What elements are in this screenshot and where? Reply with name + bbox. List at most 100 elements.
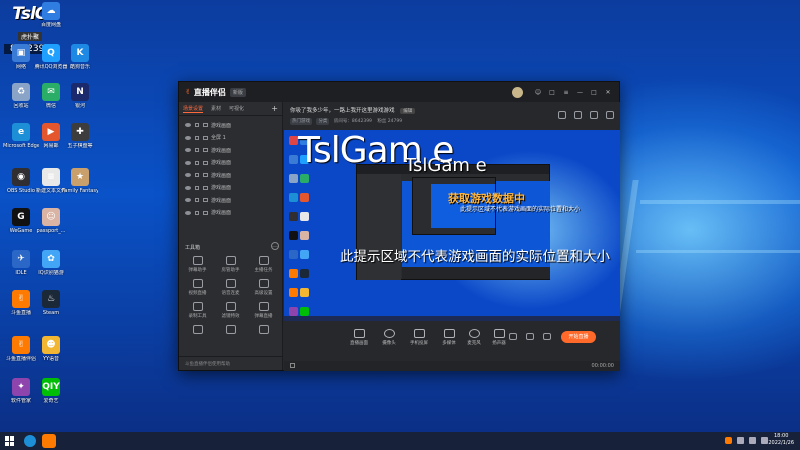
desktop-app-icon: ✈ (12, 250, 30, 268)
visibility-icon[interactable] (185, 148, 191, 153)
desktop-app-icon: e (12, 123, 30, 141)
tool-item[interactable]: 房管助手 (214, 256, 247, 273)
tab-widgets[interactable]: 可视化 (229, 105, 244, 112)
tool-item[interactable]: 高级设置 (247, 279, 280, 296)
desktop-icon[interactable]: ★ Family Fantasy ... (62, 168, 98, 194)
tool-item[interactable]: 弹幕直播 (247, 302, 280, 319)
phone-cast-button[interactable]: 手机投屏 (404, 329, 434, 346)
message-icon[interactable]: ☺ (533, 87, 543, 97)
link-icon[interactable] (590, 111, 598, 119)
category-chip[interactable]: 热门游戏 (290, 118, 312, 125)
tool-item[interactable] (214, 325, 247, 336)
tray-app-icon[interactable] (725, 437, 732, 444)
visibility-icon[interactable] (185, 135, 191, 140)
desktop-icon[interactable]: ☻ YY语音 (33, 336, 69, 362)
network-icon[interactable] (737, 437, 744, 444)
tool-item[interactable]: 滤镜特效 (214, 302, 247, 319)
lock-icon[interactable] (195, 148, 199, 153)
add-scene-button[interactable]: + (271, 104, 278, 113)
subcategory-chip[interactable]: 分类 (316, 118, 330, 125)
desktop-icon[interactable]: N 银河 (62, 83, 98, 109)
visibility-icon[interactable] (185, 185, 191, 190)
title-bar[interactable]: ✌ 直播伴侣 新版 ☺ □ ≡ — □ ✕ (179, 82, 619, 102)
maximize-button[interactable]: □ (589, 87, 599, 97)
visibility-icon[interactable] (185, 173, 191, 178)
desktop-icon[interactable]: ✚ 五子棋盘等 (62, 123, 98, 149)
scene-item[interactable]: 游戏画面 (179, 157, 282, 170)
tab-scenes[interactable]: 场景设置 (183, 105, 204, 113)
live-duration: 00:00:00 (591, 363, 614, 369)
user-avatar[interactable] (512, 86, 523, 98)
ime-icon[interactable] (761, 437, 768, 444)
eye-icon[interactable] (526, 333, 534, 340)
lock-icon[interactable] (195, 135, 199, 140)
lock-icon[interactable] (195, 185, 199, 190)
tab-sources[interactable]: 素材 (211, 105, 221, 112)
tool-item[interactable]: 语音连麦 (214, 279, 247, 296)
lock-icon[interactable] (195, 210, 199, 215)
scene-item[interactable]: 全屏 1 (179, 132, 282, 145)
desktop-app-icon: ✌ (12, 290, 30, 308)
start-live-button[interactable]: 开始直播 (561, 331, 596, 343)
hint-text-small: 此提示区域不代表游戏画面的实际位置和大小 (460, 206, 581, 213)
visibility-icon[interactable] (185, 123, 191, 128)
scene-item[interactable]: 游戏画面 (179, 207, 282, 220)
edit-title-button[interactable]: 编辑 (400, 108, 416, 114)
tools-more-icon[interactable]: … (271, 242, 279, 250)
share-icon[interactable] (606, 111, 614, 119)
lock-icon[interactable] (195, 123, 199, 128)
gift-icon[interactable] (558, 111, 566, 119)
settings-icon[interactable] (543, 333, 551, 340)
lock-icon[interactable] (195, 160, 199, 165)
scene-item[interactable]: 游戏画面 (179, 144, 282, 157)
screen-capture-button[interactable]: 直播画面 (344, 329, 374, 346)
fans-count: 粉丝 24799 (377, 119, 403, 124)
visibility-icon[interactable] (185, 210, 191, 215)
source-icon (203, 210, 208, 215)
stream-preview[interactable]: TslGam e TslGam e 获取游戏数据中 此提示区域不代表游戏画面的实… (284, 130, 620, 321)
stream-title: 你吸了我多少年，一路上我开这里游戏游戏 (290, 108, 395, 114)
scene-item[interactable]: 游戏画面 (179, 194, 282, 207)
live-companion-window[interactable]: ✌ 直播伴侣 新版 ☺ □ ≡ — □ ✕ 场景设置 素材 可视化 + 游戏画面… (178, 81, 620, 371)
companion-taskbar-icon[interactable] (42, 434, 56, 448)
tool-icon (192, 279, 203, 288)
desktop-icon[interactable]: ✿ IQ识别猫游 (33, 250, 69, 276)
record-icon[interactable] (509, 333, 517, 340)
tool-item[interactable] (181, 325, 214, 336)
scene-label: 游戏画面 (211, 197, 232, 204)
desktop-icon[interactable]: QIY 爱奇艺 (33, 378, 69, 404)
visibility-icon[interactable] (185, 198, 191, 203)
lock-icon[interactable] (195, 173, 199, 178)
edge-taskbar-icon[interactable] (24, 435, 36, 447)
version-badge[interactable]: 新版 (229, 87, 246, 97)
tool-item[interactable] (247, 325, 280, 336)
volume-icon[interactable] (749, 437, 756, 444)
tool-item[interactable]: 主播任务 (247, 256, 280, 273)
settings-small-icon[interactable] (290, 363, 295, 368)
lock-icon[interactable] (574, 111, 582, 119)
tool-item[interactable]: 弹幕助手 (181, 256, 214, 273)
tool-item[interactable]: 录制工具 (181, 302, 214, 319)
scene-item[interactable]: 游戏画面 (179, 182, 282, 195)
lock-icon[interactable] (195, 198, 199, 203)
desktop-icon[interactable]: ♨ Steam (33, 290, 69, 316)
help-footer[interactable]: 斗鱼直播伴侣使用帮助 (179, 356, 283, 370)
visibility-icon[interactable] (185, 160, 191, 165)
camera-button[interactable]: 摄像头 (374, 329, 404, 346)
desktop-app-icon: ✚ (71, 123, 89, 141)
clock[interactable]: 18:00 2022/1/26 (768, 433, 794, 447)
scene-item[interactable]: 游戏画面 (179, 169, 282, 182)
window-icon[interactable]: □ (547, 87, 557, 97)
help-link[interactable]: 斗鱼直播伴侣使用帮助 (185, 362, 230, 367)
menu-icon[interactable]: ≡ (561, 87, 571, 97)
desktop-icon[interactable]: ☁ 百度网盘 (33, 2, 69, 28)
tools-title: 工具箱 (185, 245, 201, 251)
status-bar: 00:00:00 (284, 361, 620, 371)
desktop-icon[interactable]: K 酷狗音乐 (62, 44, 98, 70)
desktop-icon[interactable]: ☺ passport_... (33, 208, 69, 234)
minimize-button[interactable]: — (575, 87, 585, 97)
close-button[interactable]: ✕ (603, 87, 613, 97)
tool-item[interactable]: 视频直播 (181, 279, 214, 296)
scene-item[interactable]: 游戏画面 (179, 119, 282, 132)
start-button[interactable] (5, 436, 15, 446)
